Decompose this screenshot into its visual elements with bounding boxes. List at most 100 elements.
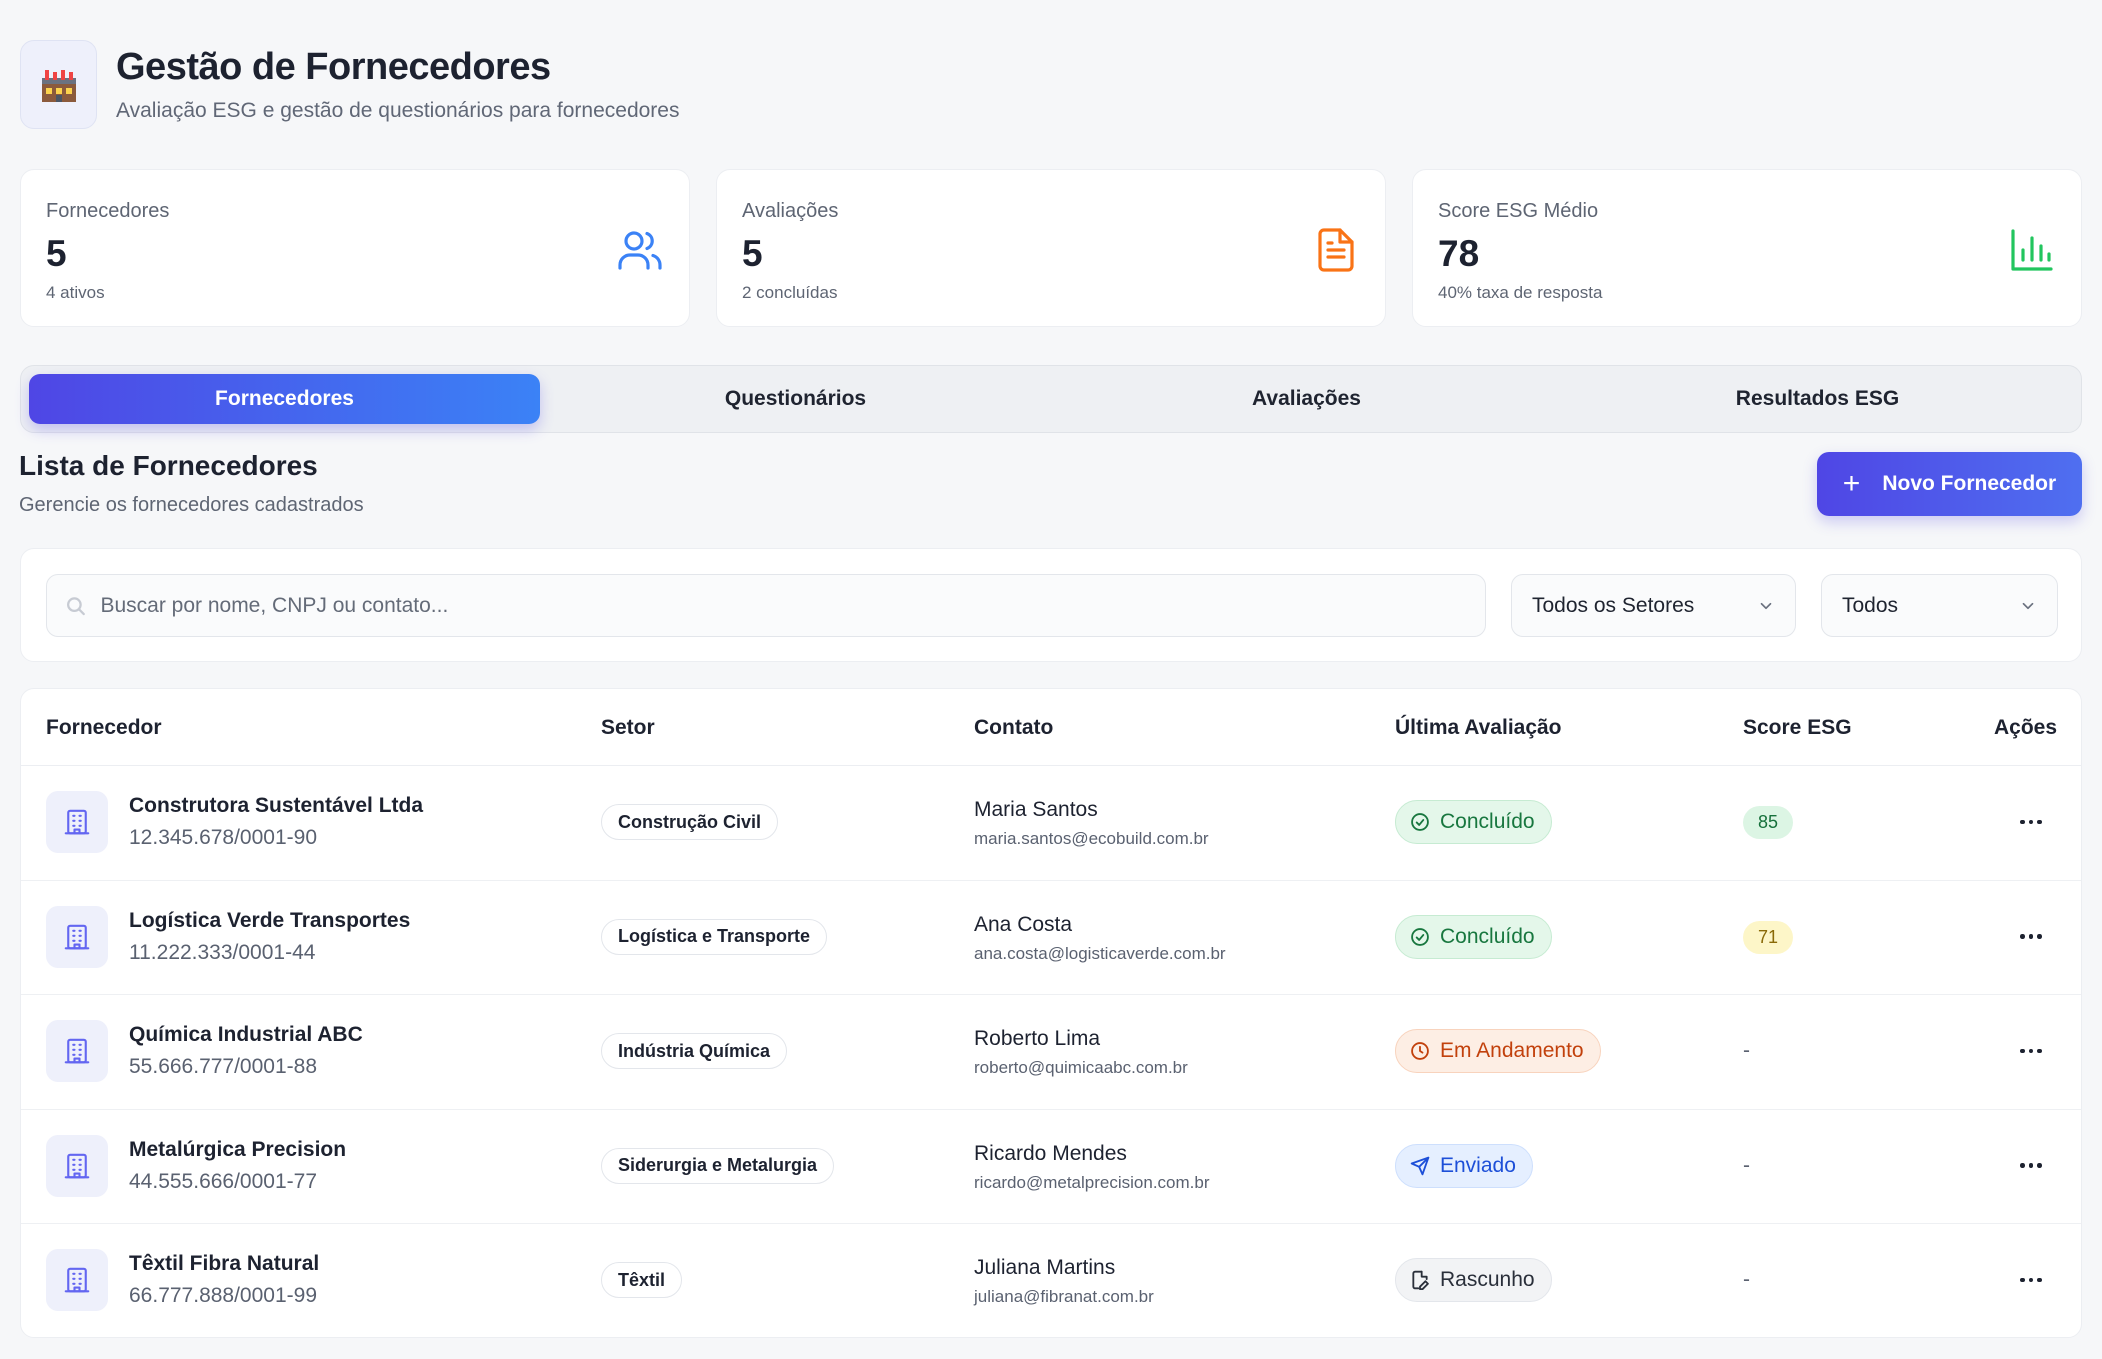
column-header-last-assessment: Última Avaliação [1395, 716, 1562, 739]
building-icon [46, 791, 108, 853]
contact-name: Maria Santos [974, 798, 1098, 821]
stat-value: 5 [46, 233, 67, 274]
users-icon [618, 231, 662, 270]
supplier-cnpj: 11.222.333/0001-44 [129, 940, 316, 964]
esg-score-empty: - [1743, 1153, 1750, 1177]
esg-score-empty: - [1743, 1268, 1750, 1291]
table-row[interactable]: Logística Verde Transportes 11.222.333/0… [21, 881, 2081, 995]
supplier-name: Logística Verde Transportes [129, 908, 411, 932]
stat-card-assessments: Avaliações 5 2 concluídas [716, 169, 1386, 327]
sector-select-value: Todos os Setores [1532, 593, 1695, 617]
row-actions-button[interactable] [2011, 919, 2051, 955]
page-title: Gestão de Fornecedores [116, 46, 551, 88]
contact-name: Roberto Lima [974, 1027, 1101, 1050]
tab-bar: Fornecedores Questionários Avaliações Re… [20, 365, 2082, 433]
stat-subtext: 4 ativos [46, 283, 105, 302]
status-label: Rascunho [1440, 1268, 1535, 1291]
supplier-name: Metalúrgica Precision [129, 1137, 347, 1161]
supplier-name: Química Industrial ABC [129, 1023, 363, 1046]
building-icon [46, 905, 108, 968]
status-select-value: Todos [1842, 593, 1899, 617]
tab-avaliacoes[interactable]: Avaliações [1051, 374, 1562, 424]
stat-label: Fornecedores [46, 200, 170, 222]
status-badge: Enviado [1395, 1143, 1533, 1188]
supplier-cnpj: 66.777.888/0001-99 [129, 1284, 318, 1307]
contact-name: Ricardo Mendes [974, 1141, 1127, 1165]
contact-email: juliana@fibranat.com.br [974, 1287, 1154, 1306]
contact-name: Ana Costa [974, 912, 1073, 936]
supplier-cnpj: 44.555.666/0001-77 [129, 1169, 318, 1193]
check-circle-icon [1410, 927, 1440, 947]
row-actions-button[interactable] [2011, 1148, 2051, 1184]
bar-chart-icon [2011, 229, 2053, 271]
sector-badge: Indústria Química [601, 1033, 788, 1069]
sector-badge: Construção Civil [601, 804, 779, 840]
status-label: Enviado [1440, 1153, 1516, 1177]
sector-badge: Têxtil [601, 1262, 683, 1298]
row-actions-button[interactable] [2011, 1033, 2051, 1069]
building-icon [46, 1249, 108, 1311]
page: Gestão de Fornecedores Avaliação ESG e g… [0, 0, 2102, 1359]
esg-score-badge: 71 [1743, 920, 1793, 954]
table-row[interactable]: Metalúrgica Precision 44.555.666/0001-77… [21, 1110, 2081, 1224]
more-horizontal-icon [2020, 819, 2042, 825]
stats-row: Fornecedores 5 4 ativos Avaliações 5 2 c… [20, 169, 2082, 327]
section-title: Lista de Fornecedores [19, 450, 318, 481]
stat-value: 78 [1438, 233, 1480, 274]
tab-resultados-esg[interactable]: Resultados ESG [1562, 374, 2073, 424]
search-box[interactable] [46, 574, 1486, 637]
chevron-down-icon [2022, 602, 2034, 609]
status-badge: Concluído [1395, 800, 1552, 844]
status-label: Concluído [1440, 810, 1535, 833]
status-badge: Em Andamento [1395, 1029, 1601, 1073]
contact-name: Juliana Martins [974, 1256, 1116, 1279]
row-actions-button[interactable] [2011, 804, 2051, 840]
plus-icon: + [1842, 467, 1861, 500]
table-row[interactable]: Química Industrial ABC 55.666.777/0001-8… [21, 995, 2081, 1110]
esg-score-badge: 85 [1743, 806, 1793, 839]
clock-icon [1410, 1041, 1440, 1061]
contact-email: ana.costa@logisticaverde.com.br [974, 943, 1226, 963]
row-actions-button[interactable] [2011, 1262, 2051, 1298]
suppliers-table: Fornecedor Setor Contato Última Avaliaçã… [20, 688, 2082, 1338]
factory-icon [20, 40, 97, 129]
sector-select[interactable]: Todos os Setores [1511, 574, 1796, 637]
stat-value: 5 [742, 233, 763, 274]
supplier-cnpj: 12.345.678/0001-90 [129, 826, 318, 849]
supplier-name: Construtora Sustentável Ltda [129, 794, 424, 817]
supplier-name: Têxtil Fibra Natural [129, 1252, 320, 1275]
more-horizontal-icon [2020, 1277, 2042, 1283]
contact-email: maria.santos@ecobuild.com.br [974, 829, 1209, 848]
table-body: Construtora Sustentável Ltda 12.345.678/… [21, 766, 2081, 1337]
esg-score-empty: - [1743, 1039, 1750, 1062]
search-icon [67, 596, 85, 615]
column-header-supplier: Fornecedor [46, 716, 162, 739]
tab-fornecedores[interactable]: Fornecedores [29, 374, 540, 424]
table-row[interactable]: Construtora Sustentável Ltda 12.345.678/… [21, 766, 2081, 881]
supplier-cnpj: 55.666.777/0001-88 [129, 1055, 318, 1078]
sector-badge: Siderurgia e Metalurgia [601, 1147, 835, 1184]
send-icon [1410, 1156, 1440, 1176]
stat-card-esg-score: Score ESG Médio 78 40% taxa de resposta [1412, 169, 2082, 327]
contact-email: roberto@quimicaabc.com.br [974, 1058, 1188, 1077]
stat-label: Score ESG Médio [1438, 200, 1599, 222]
more-horizontal-icon [2020, 1048, 2042, 1054]
search-input[interactable] [100, 593, 1485, 618]
stat-label: Avaliações [742, 200, 839, 222]
column-header-sector: Setor [601, 716, 655, 739]
stat-card-suppliers: Fornecedores 5 4 ativos [20, 169, 690, 327]
column-header-actions: Ações [1994, 716, 2058, 739]
sector-badge: Logística e Transporte [601, 918, 828, 955]
page-subtitle: Avaliação ESG e gestão de questionários … [116, 99, 680, 122]
status-select[interactable]: Todos [1821, 574, 2058, 637]
building-icon [46, 1020, 108, 1082]
contact-email: ricardo@metalprecision.com.br [974, 1172, 1210, 1192]
tab-questionarios[interactable]: Questionários [540, 374, 1051, 424]
new-supplier-button[interactable]: + Novo Fornecedor [1817, 452, 2082, 516]
table-row[interactable]: Têxtil Fibra Natural 66.777.888/0001-99 … [21, 1224, 2081, 1337]
status-badge: Rascunho [1395, 1258, 1552, 1302]
more-horizontal-icon [2020, 934, 2042, 939]
status-label: Concluído [1440, 924, 1535, 948]
column-header-esg-score: Score ESG [1743, 716, 1852, 739]
column-header-contact: Contato [974, 716, 1054, 739]
